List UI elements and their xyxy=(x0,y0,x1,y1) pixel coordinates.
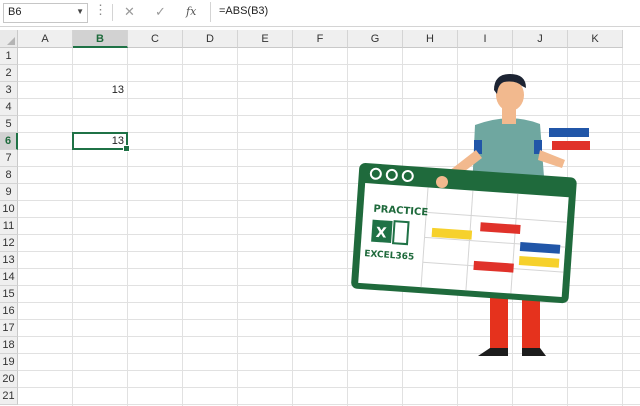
row-header-15[interactable]: 15 xyxy=(0,286,18,303)
board-dot-icon xyxy=(385,168,398,181)
excel-logo-icon xyxy=(371,219,393,244)
fill-handle[interactable] xyxy=(123,145,130,152)
row-header-18[interactable]: 18 xyxy=(0,337,18,354)
gridline xyxy=(18,115,640,116)
gridline xyxy=(18,64,640,65)
gridline xyxy=(18,251,640,252)
row-header-5[interactable]: 5 xyxy=(0,116,18,133)
left-shoe xyxy=(478,348,508,356)
right-sleeve-stripe xyxy=(534,140,542,154)
divider xyxy=(112,4,113,21)
person-face xyxy=(496,79,524,111)
practice-excel-illustration: PRACTICE X EXCEL365 xyxy=(351,74,590,356)
gridline xyxy=(18,319,640,320)
row-header-17[interactable]: 17 xyxy=(0,320,18,337)
gridline xyxy=(18,268,640,269)
row-header-12[interactable]: 12 xyxy=(0,235,18,252)
column-header-c[interactable]: C xyxy=(128,30,183,48)
column-header-e[interactable]: E xyxy=(238,30,293,48)
row-header-3[interactable]: 3 xyxy=(0,82,18,99)
gridline xyxy=(18,387,640,388)
chevron-down-icon[interactable]: ▼ xyxy=(76,7,84,16)
row-header-8[interactable]: 8 xyxy=(0,167,18,184)
name-box[interactable]: B6 ▼ xyxy=(3,3,88,23)
gridline xyxy=(18,217,640,218)
person-left-leg xyxy=(490,295,508,349)
row-header-9[interactable]: 9 xyxy=(0,184,18,201)
gridline xyxy=(18,183,640,184)
column-header-d[interactable]: D xyxy=(183,30,238,48)
gridline xyxy=(18,166,640,167)
row-header-6[interactable]: 6 xyxy=(0,133,18,150)
insert-function-icon[interactable]: fx xyxy=(186,5,196,18)
select-all-button[interactable] xyxy=(0,30,18,48)
gridline xyxy=(18,404,640,405)
row-header-1[interactable]: 1 xyxy=(0,48,18,65)
gridline xyxy=(18,370,640,371)
formula-text: =ABS(B3) xyxy=(219,5,269,17)
column-header-b[interactable]: B xyxy=(73,30,128,48)
person-shirt xyxy=(472,118,545,190)
active-cell-outline xyxy=(72,132,130,152)
formula-input[interactable]: =ABS(B3) xyxy=(210,2,640,22)
row-header-14[interactable]: 14 xyxy=(0,269,18,286)
gridline xyxy=(18,285,640,286)
gridline xyxy=(18,81,640,82)
column-header-f[interactable]: F xyxy=(293,30,348,48)
gridline xyxy=(18,336,640,337)
gridline xyxy=(18,353,640,354)
board-dot-icon xyxy=(401,170,414,183)
column-header-k[interactable]: K xyxy=(568,30,623,48)
board-dot-icon xyxy=(369,167,382,180)
left-sleeve-stripe xyxy=(474,140,482,154)
gridline xyxy=(18,234,640,235)
gridline xyxy=(18,200,640,201)
cell-b3[interactable]: 13 xyxy=(73,84,124,96)
gridline xyxy=(18,302,640,303)
red-bar xyxy=(480,222,521,234)
yellow-bar xyxy=(518,255,560,268)
person-left-hand xyxy=(436,176,448,188)
red-bar xyxy=(473,260,514,273)
blue-bar xyxy=(519,242,561,254)
person-right-leg xyxy=(522,295,540,349)
row-header-13[interactable]: 13 xyxy=(0,252,18,269)
row-header-2[interactable]: 2 xyxy=(0,65,18,82)
column-header-g[interactable]: G xyxy=(348,30,403,48)
row-header-7[interactable]: 7 xyxy=(0,150,18,167)
person-left-arm xyxy=(440,150,482,184)
column-header-a[interactable]: A xyxy=(18,30,73,48)
right-shoe xyxy=(522,348,546,356)
formula-bar: B6 ▼ ⋮ ✕ ✓ fx =ABS(B3) xyxy=(0,0,640,27)
row-header-10[interactable]: 10 xyxy=(0,201,18,218)
enter-icon[interactable]: ✓ xyxy=(155,4,166,20)
cancel-icon[interactable]: ✕ xyxy=(124,4,135,20)
column-header-h[interactable]: H xyxy=(403,30,458,48)
person-hair xyxy=(494,74,526,94)
row-header-4[interactable]: 4 xyxy=(0,99,18,116)
row-header-21[interactable]: 21 xyxy=(0,388,18,405)
gridline xyxy=(18,98,640,99)
name-box-value: B6 xyxy=(8,6,22,18)
person-neck xyxy=(502,108,516,124)
row-header-19[interactable]: 19 xyxy=(0,354,18,371)
more-options-icon[interactable]: ⋮ xyxy=(94,2,107,18)
column-header-j[interactable]: J xyxy=(513,30,568,48)
select-all-icon xyxy=(7,37,15,45)
column-header-i[interactable]: I xyxy=(458,30,513,48)
row-header-16[interactable]: 16 xyxy=(0,303,18,320)
row-header-20[interactable]: 20 xyxy=(0,371,18,388)
row-header-11[interactable]: 11 xyxy=(0,218,18,235)
